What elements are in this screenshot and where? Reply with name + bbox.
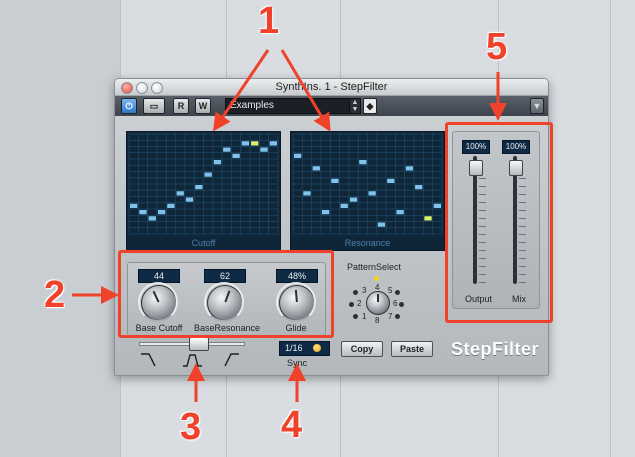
step-value[interactable]: [368, 191, 376, 196]
filter-mode-shape-icons: [141, 353, 239, 367]
step-value[interactable]: [405, 166, 414, 171]
step-value[interactable]: [321, 210, 330, 215]
step-value[interactable]: [396, 210, 404, 215]
bypass-icon: ▭: [149, 101, 159, 111]
step-value[interactable]: [232, 153, 240, 158]
pattern-select-knob[interactable]: [366, 291, 390, 315]
annotation-box-2: [118, 250, 334, 338]
pattern-number-8[interactable]: 8: [375, 316, 379, 325]
pattern-number-7[interactable]: 7: [388, 312, 392, 321]
title-bar[interactable]: SynthIns. 1 - StepFilter: [115, 79, 548, 96]
annotation-number-2: 2: [44, 274, 66, 316]
annotation-number-4: 4: [281, 404, 303, 446]
step-value[interactable]: [269, 141, 277, 146]
preset-diamond-icon: ◆: [366, 101, 374, 111]
step-value[interactable]: [377, 222, 386, 227]
pattern-select-label: PatternSelect: [347, 262, 402, 272]
pattern-dot: [399, 302, 404, 307]
annotation-box-5: [445, 122, 553, 323]
step-value[interactable]: [303, 191, 311, 196]
preset-menu-button[interactable]: ◆: [363, 98, 377, 114]
step-value[interactable]: [415, 185, 423, 190]
step-value[interactable]: [185, 197, 194, 202]
step-value[interactable]: [294, 153, 302, 158]
cutoff-step-grid[interactable]: Cutoff: [126, 131, 281, 251]
step-value[interactable]: [213, 160, 222, 165]
pattern-number-5[interactable]: 5: [388, 286, 392, 295]
pattern-dot: [353, 290, 358, 295]
resonance-step-grid[interactable]: Resonance: [290, 131, 445, 251]
toolbar-menu-button[interactable]: ▼: [530, 98, 544, 114]
step-value[interactable]: [223, 147, 231, 152]
pattern-dot: [395, 314, 400, 319]
paste-button[interactable]: Paste: [391, 341, 433, 357]
cutoff-label: Cutoff: [191, 238, 216, 248]
step-value[interactable]: [387, 178, 395, 183]
step-value[interactable]: [260, 147, 268, 152]
pattern-dot: [353, 314, 358, 319]
step-value[interactable]: [433, 203, 441, 208]
pattern-number-3[interactable]: 3: [362, 286, 366, 295]
preset-field[interactable]: Examples: [225, 98, 355, 114]
pattern-dot: [395, 290, 400, 295]
step-value[interactable]: [204, 172, 212, 177]
step-value[interactable]: [139, 210, 147, 215]
resonance-label: Resonance: [344, 238, 391, 248]
power-icon: ⏻: [125, 101, 133, 111]
step-value[interactable]: [241, 141, 250, 146]
power-button[interactable]: ⏻: [121, 98, 137, 114]
step-value[interactable]: [340, 203, 348, 208]
copy-button[interactable]: Copy: [341, 341, 383, 357]
sync-label: Sync: [287, 358, 308, 368]
filter-mode-switch[interactable]: [135, 337, 245, 369]
preset-arrows-icon[interactable]: ▲ ▼: [349, 98, 361, 114]
sync-value[interactable]: 1/16: [279, 341, 330, 356]
window-title: SynthIns. 1 - StepFilter: [275, 81, 388, 93]
step-value[interactable]: [251, 141, 259, 146]
step-value[interactable]: [195, 185, 203, 190]
step-value[interactable]: [359, 160, 367, 165]
step-value[interactable]: [331, 178, 339, 183]
step-value[interactable]: [176, 191, 184, 196]
step-value[interactable]: [424, 216, 432, 221]
filter-mode-thumb[interactable]: [189, 337, 209, 351]
step-value[interactable]: [312, 166, 320, 171]
annotation-number-5: 5: [486, 26, 508, 68]
annotation-number-3: 3: [180, 406, 202, 448]
pattern-number-2[interactable]: 2: [357, 299, 361, 308]
pattern-number-1[interactable]: 1: [362, 312, 366, 321]
plugin-toolbar: ⏻ ▭ R W Examples ▲ ▼ ◆ ▼: [115, 96, 548, 116]
step-value[interactable]: [349, 197, 358, 202]
stepfilter-logo: StepFilter: [451, 339, 540, 359]
pattern-select[interactable]: 4 3 5 2 6 1 7 8: [341, 274, 411, 332]
bypass-button[interactable]: ▭: [143, 98, 165, 114]
pattern-active-led: [374, 276, 379, 281]
sync-led-icon[interactable]: [313, 344, 321, 352]
step-value[interactable]: [148, 216, 156, 221]
write-automation-button[interactable]: W: [195, 98, 211, 114]
pattern-number-6[interactable]: 6: [393, 299, 397, 308]
resonance-grid-canvas[interactable]: [291, 132, 444, 250]
dropdown-arrow-icon: ▼: [532, 101, 542, 111]
read-automation-button[interactable]: R: [173, 98, 189, 114]
step-value[interactable]: [130, 203, 138, 208]
cutoff-grid-canvas[interactable]: [127, 132, 280, 250]
step-value[interactable]: [157, 210, 166, 215]
pattern-dot: [349, 302, 354, 307]
step-value[interactable]: [167, 203, 175, 208]
annotation-number-1: 1: [258, 0, 280, 42]
